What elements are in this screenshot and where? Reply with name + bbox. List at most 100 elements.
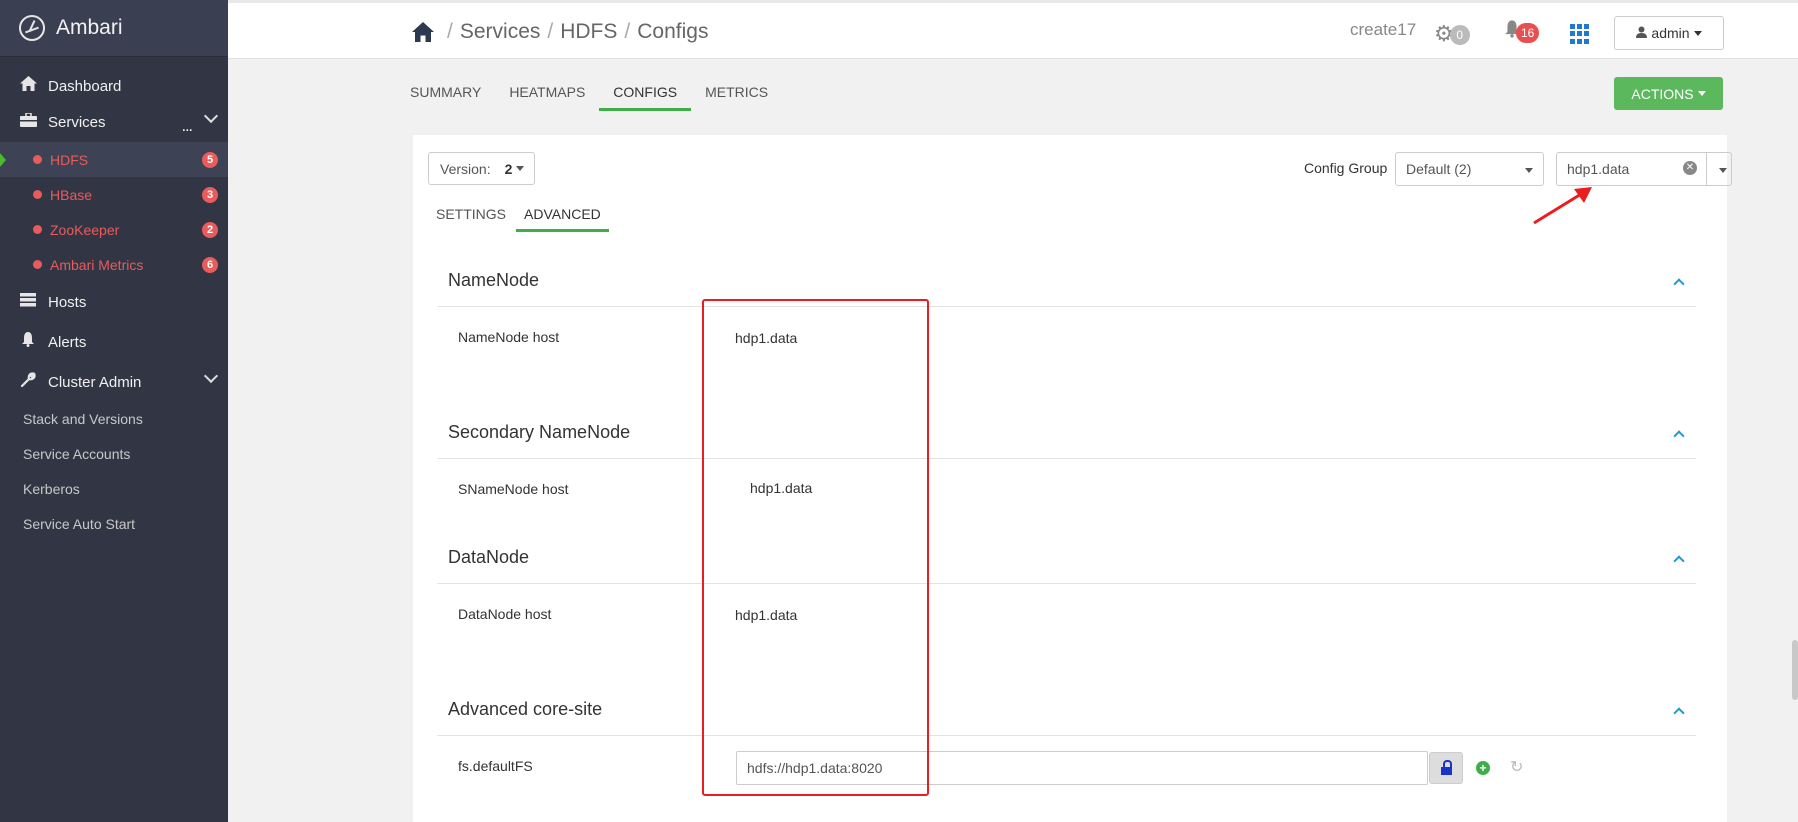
section-title-advanced-core-site[interactable]: Advanced core-site: [448, 699, 602, 720]
status-dot: [33, 190, 42, 199]
config-group-label: Config Group: [1304, 160, 1388, 176]
prop-label-snamenode-host: SNameNode host: [458, 481, 569, 497]
actions-label: ACTIONS: [1631, 85, 1694, 102]
alerts-button[interactable]: 16: [1504, 20, 1540, 44]
chevron-up-icon[interactable]: [1673, 430, 1685, 442]
sidebar-item-label: Services: [48, 113, 106, 131]
sidebar-subitem-kerberos[interactable]: Kerberos: [0, 472, 228, 507]
divider: [437, 306, 1696, 307]
breadcrumb-configs: Configs: [637, 20, 709, 43]
divider: [437, 735, 1696, 736]
brand[interactable]: Ambari: [0, 0, 228, 57]
sidebar-service-zookeeper[interactable]: ZooKeeper 2: [0, 212, 228, 247]
alert-count-badge: 6: [202, 257, 218, 273]
divider: [437, 458, 1696, 459]
prop-label-datanode-host: DataNode host: [458, 606, 552, 622]
brand-name: Ambari: [56, 16, 123, 39]
version-label: Version:: [440, 160, 491, 177]
apps-grid-icon[interactable]: [1570, 24, 1590, 44]
alert-count-badge: 2: [202, 222, 218, 238]
breadcrumb-services[interactable]: Services: [460, 20, 541, 44]
caret-down-icon: [1719, 168, 1727, 173]
service-label: HDFS: [50, 151, 89, 168]
section-title-namenode[interactable]: NameNode: [448, 270, 539, 291]
config-panel: Version: 2 Config Group Default (2) hdp1…: [413, 135, 1732, 822]
user-menu-button[interactable]: admin: [1614, 16, 1724, 50]
service-label: ZooKeeper: [50, 221, 120, 238]
prop-value-snamenode-host: hdp1.data: [750, 480, 813, 496]
top-bar: / Services / HDFS / Configs create17 ⚙ 0…: [228, 0, 1798, 59]
tab-settings[interactable]: SETTINGS: [436, 206, 506, 230]
divider: [437, 583, 1696, 584]
ops-count-badge: 0: [1449, 25, 1470, 45]
sidebar-item-hosts[interactable]: Hosts: [0, 282, 228, 322]
status-dot: [33, 155, 42, 164]
alerts-count-badge: 16: [1516, 23, 1540, 43]
sidebar-subitem-service-auto-start[interactable]: Service Auto Start: [0, 507, 228, 542]
chevron-up-icon[interactable]: [1673, 707, 1685, 719]
prop-value-datanode-host: hdp1.data: [735, 607, 798, 623]
tab-heatmaps[interactable]: HEATMAPS: [509, 84, 585, 109]
version-dropdown[interactable]: Version: 2: [428, 152, 535, 185]
chevron-up-icon[interactable]: [1673, 555, 1685, 567]
home-icon[interactable]: [412, 22, 434, 42]
lock-icon: [1440, 760, 1452, 775]
config-tabs: SETTINGS ADVANCED: [436, 206, 619, 232]
bell-icon: [18, 332, 38, 352]
sidebar-service-hdfs[interactable]: HDFS 5: [0, 142, 228, 177]
chevron-down-icon[interactable]: [203, 108, 219, 124]
chevron-up-icon[interactable]: [1673, 278, 1685, 290]
chevron-down-icon[interactable]: [203, 368, 219, 384]
breadcrumb-hdfs[interactable]: HDFS: [560, 20, 617, 44]
sidebar-item-label: Alerts: [48, 333, 87, 351]
tab-advanced[interactable]: ADVANCED: [516, 206, 609, 232]
actions-button[interactable]: ACTIONS: [1614, 77, 1723, 110]
prop-label-fs-defaultfs: fs.defaultFS: [458, 758, 533, 774]
fs-defaultfs-input[interactable]: hdfs://hdp1.data:8020: [736, 751, 1428, 785]
tab-summary[interactable]: SUMMARY: [410, 84, 481, 109]
sidebar: Ambari Dashboard Services ... HDFS 5 HBa…: [0, 0, 228, 822]
sidebar-item-alerts[interactable]: Alerts: [0, 322, 228, 362]
sidebar-service-hbase[interactable]: HBase 3: [0, 177, 228, 212]
section-title-datanode[interactable]: DataNode: [448, 547, 529, 568]
breadcrumb: / Services / HDFS / Configs: [412, 20, 708, 44]
filter-value: hdp1.data: [1567, 161, 1630, 177]
user-name: admin: [1651, 25, 1690, 41]
tab-configs[interactable]: CONFIGS: [599, 84, 691, 111]
active-marker: [0, 153, 6, 167]
alert-count-badge: 3: [202, 187, 218, 203]
briefcase-icon: [18, 111, 38, 132]
service-label: HBase: [50, 186, 93, 203]
filter-dropdown-button[interactable]: [1707, 152, 1732, 186]
wrench-icon: [18, 371, 38, 393]
sidebar-item-services[interactable]: Services ...: [0, 102, 228, 142]
plus-circle-icon[interactable]: +: [1476, 761, 1490, 775]
sidebar-subitem-service-accounts[interactable]: Service Accounts: [0, 437, 228, 472]
sidebar-subitem-stack-versions[interactable]: Stack and Versions: [0, 402, 228, 437]
breadcrumb-separator: /: [624, 20, 631, 43]
status-dot: [33, 225, 42, 234]
section-title-secondary-namenode[interactable]: Secondary NameNode: [448, 422, 630, 443]
sidebar-item-cluster-admin[interactable]: Cluster Admin: [0, 362, 228, 402]
service-label: Ambari Metrics: [50, 256, 144, 273]
background-ops[interactable]: ⚙ 0: [1434, 21, 1470, 47]
breadcrumb-separator: /: [447, 20, 453, 43]
lock-button[interactable]: [1429, 752, 1463, 784]
config-group-select[interactable]: Default (2): [1395, 152, 1544, 186]
undo-icon[interactable]: ↻: [1510, 757, 1523, 777]
sidebar-item-label: Hosts: [48, 293, 87, 311]
caret-down-icon: [1693, 30, 1702, 36]
sidebar-item-dashboard[interactable]: Dashboard: [0, 66, 228, 106]
status-dot: [33, 260, 42, 269]
sidebar-item-label: Cluster Admin: [48, 373, 142, 391]
sidebar-service-ambari-metrics[interactable]: Ambari Metrics 6: [0, 247, 228, 282]
config-group-value: Default (2): [1406, 161, 1472, 177]
clear-icon[interactable]: ✕: [1683, 161, 1697, 175]
config-filter-input[interactable]: hdp1.data ✕: [1556, 152, 1707, 186]
server-icon: [18, 292, 38, 312]
breadcrumb-separator: /: [547, 20, 554, 43]
scrollbar[interactable]: [1792, 640, 1798, 700]
sidebar-item-label: Dashboard: [48, 77, 122, 95]
more-icon[interactable]: ...: [182, 118, 193, 136]
tab-metrics[interactable]: METRICS: [705, 84, 768, 109]
